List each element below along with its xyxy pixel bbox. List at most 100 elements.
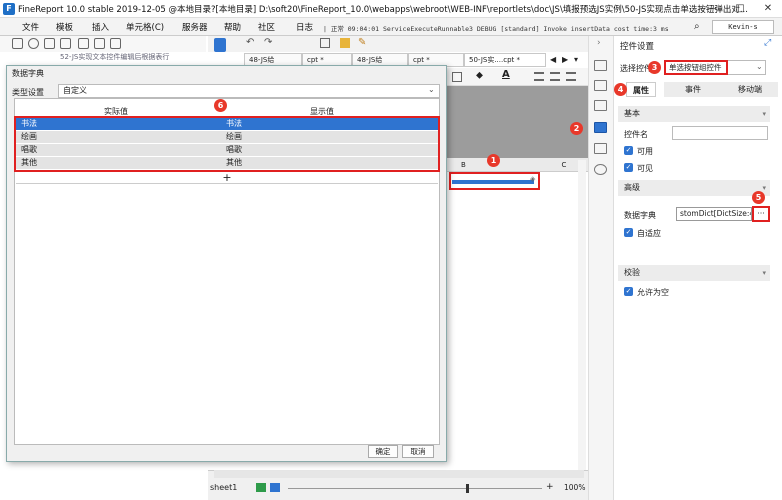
display-value-cell[interactable]: 绘画 bbox=[226, 131, 242, 143]
display-value-cell[interactable]: 书法 bbox=[226, 118, 242, 130]
actual-value-cell[interactable]: 绘画 bbox=[21, 131, 37, 143]
table-row[interactable]: 书法 书法 bbox=[16, 118, 438, 130]
menu-server[interactable]: 服务器 bbox=[182, 21, 208, 33]
visible-checkbox[interactable]: ✓ bbox=[624, 163, 633, 172]
zoom-in-icon[interactable]: + bbox=[546, 482, 554, 492]
section-advanced[interactable]: 高级 ▾ bbox=[618, 180, 770, 196]
condition-attribute-icon[interactable] bbox=[594, 143, 607, 154]
tab-scroll-right-icon[interactable]: ▶ bbox=[562, 55, 568, 64]
display-value-cell[interactable]: 其他 bbox=[226, 157, 242, 169]
grid-header-band bbox=[447, 86, 588, 158]
menu-file[interactable]: 文件 bbox=[22, 21, 39, 33]
open-icon[interactable] bbox=[44, 38, 55, 49]
fill-color-icon[interactable]: ⬥ bbox=[476, 70, 483, 81]
template-icon[interactable] bbox=[214, 38, 226, 52]
widget-name-input[interactable] bbox=[672, 126, 768, 140]
table-row[interactable]: 其他 其他 bbox=[16, 157, 438, 169]
undo-icon[interactable]: ↶ bbox=[246, 37, 254, 48]
window-title: FineReport 10.0 stable 2019-12-05 @本地目录?… bbox=[18, 5, 748, 15]
allow-empty-checkbox[interactable]: ✓ bbox=[624, 287, 633, 296]
paste-icon[interactable] bbox=[320, 38, 330, 48]
annotation-badge-3: 3 bbox=[648, 61, 661, 74]
actual-value-cell[interactable]: 书法 bbox=[21, 118, 37, 130]
tab-template-active[interactable]: 50-JS实....cpt * bbox=[464, 53, 546, 67]
tab-list-icon[interactable]: ▾ bbox=[574, 55, 578, 64]
section-basic[interactable]: 基本 ▾ bbox=[618, 106, 770, 122]
menu-template[interactable]: 模板 bbox=[56, 21, 73, 33]
cell-widget-icon: ◈ bbox=[530, 175, 536, 183]
actual-value-cell[interactable]: 唱歌 bbox=[21, 144, 37, 156]
actual-value-cell[interactable]: 其他 bbox=[21, 157, 37, 169]
folder-icon[interactable] bbox=[110, 38, 121, 49]
hyperlink-icon[interactable] bbox=[594, 164, 607, 175]
section-validation[interactable]: 校验 ▾ bbox=[618, 265, 770, 281]
zoom-level[interactable]: 100% bbox=[564, 483, 585, 492]
data-dictionary-button[interactable]: ··· bbox=[752, 206, 770, 222]
zoom-slider-thumb[interactable] bbox=[466, 484, 469, 493]
float-element-icon[interactable] bbox=[594, 100, 607, 111]
refresh-icon[interactable] bbox=[28, 38, 39, 49]
vertical-scrollbar[interactable] bbox=[578, 160, 586, 470]
font-color-icon[interactable]: A bbox=[502, 69, 510, 80]
enabled-checkbox[interactable]: ✓ bbox=[624, 146, 633, 155]
save-icon[interactable] bbox=[60, 38, 71, 49]
panel-title: 控件设置 bbox=[620, 42, 655, 52]
sheet-tab[interactable]: sheet1 bbox=[210, 483, 237, 492]
chevron-down-icon[interactable]: ⌄ bbox=[756, 62, 763, 71]
format-painter-icon[interactable] bbox=[340, 38, 350, 48]
cell-attribute-icon[interactable] bbox=[594, 80, 607, 91]
new-icon[interactable] bbox=[12, 38, 23, 49]
enabled-label: 可用 bbox=[637, 147, 653, 156]
type-setting-select[interactable]: 自定义 bbox=[58, 84, 440, 98]
menu-log[interactable]: 日志 bbox=[296, 21, 313, 33]
collapse-arrow-icon[interactable]: › bbox=[597, 38, 601, 48]
add-polyform-icon[interactable] bbox=[270, 483, 280, 492]
menu-cell[interactable]: 单元格(C) bbox=[126, 21, 164, 33]
cancel-button[interactable]: 取消 bbox=[402, 445, 434, 458]
redo-icon[interactable]: ↷ bbox=[264, 37, 272, 48]
annotation-badge-4: 4 bbox=[614, 83, 627, 96]
brush-icon[interactable]: ✎ bbox=[358, 37, 366, 48]
adaptive-checkbox[interactable]: ✓ bbox=[624, 228, 633, 237]
horizontal-scrollbar[interactable] bbox=[214, 470, 584, 478]
log-message: | 正常 09:04:01 ServiceExecuteRunnable3 DE… bbox=[323, 25, 669, 33]
type-setting-label: 类型设置 bbox=[12, 88, 44, 97]
tree-item[interactable]: 52-JS实现文本控件编辑后根据表行 bbox=[60, 52, 206, 62]
tab-events[interactable]: 事件 bbox=[664, 82, 722, 97]
ok-button[interactable]: 确定 bbox=[368, 445, 398, 458]
align-center-icon[interactable] bbox=[550, 72, 560, 81]
minimize-button[interactable]: — bbox=[698, 0, 726, 18]
add-row-button[interactable]: + bbox=[16, 172, 438, 184]
delete-icon[interactable] bbox=[78, 38, 89, 49]
annotation-badge-2: 2 bbox=[570, 122, 583, 135]
radio-widget-indicator bbox=[452, 180, 534, 184]
display-value-cell[interactable]: 唱歌 bbox=[226, 144, 242, 156]
user-account[interactable]: Kevin-s bbox=[712, 20, 774, 34]
tab-mobile[interactable]: 移动端 bbox=[722, 82, 778, 97]
cell-element-icon[interactable] bbox=[594, 60, 607, 71]
menu-community[interactable]: 社区 bbox=[258, 21, 275, 33]
add-sheet-icon[interactable] bbox=[256, 483, 266, 492]
align-left-icon[interactable] bbox=[534, 72, 544, 81]
align-right-icon[interactable] bbox=[566, 72, 576, 81]
menu-help[interactable]: 帮助 bbox=[224, 21, 241, 33]
panel-edit-icon[interactable]: ⤢ bbox=[764, 38, 771, 48]
copy-icon[interactable] bbox=[94, 38, 105, 49]
dialog-title: 数据字典 bbox=[12, 69, 44, 78]
menu-insert[interactable]: 插入 bbox=[92, 21, 109, 33]
widget-settings-icon[interactable] bbox=[594, 122, 607, 133]
table-row[interactable]: 绘画 绘画 bbox=[16, 131, 438, 143]
widget-type-select[interactable]: 单选按钮组控件 bbox=[664, 60, 728, 75]
border-icon[interactable] bbox=[452, 72, 462, 82]
allow-empty-label: 允许为空 bbox=[637, 288, 669, 297]
type-select-chevron-icon[interactable]: ⌄ bbox=[428, 85, 435, 94]
close-button[interactable]: ✕ bbox=[754, 0, 782, 18]
adaptive-label: 自适应 bbox=[637, 229, 661, 238]
table-row[interactable]: 唱歌 唱歌 bbox=[16, 144, 438, 156]
data-dictionary-label: 数据字典 bbox=[624, 211, 656, 220]
tab-attributes[interactable]: 属性 bbox=[626, 82, 656, 97]
maximize-button[interactable]: □ bbox=[726, 0, 754, 18]
annotation-badge-5: 5 bbox=[752, 191, 765, 204]
tab-scroll-left-icon[interactable]: ◀ bbox=[550, 55, 556, 64]
search-icon[interactable]: ⌕ bbox=[694, 21, 700, 32]
